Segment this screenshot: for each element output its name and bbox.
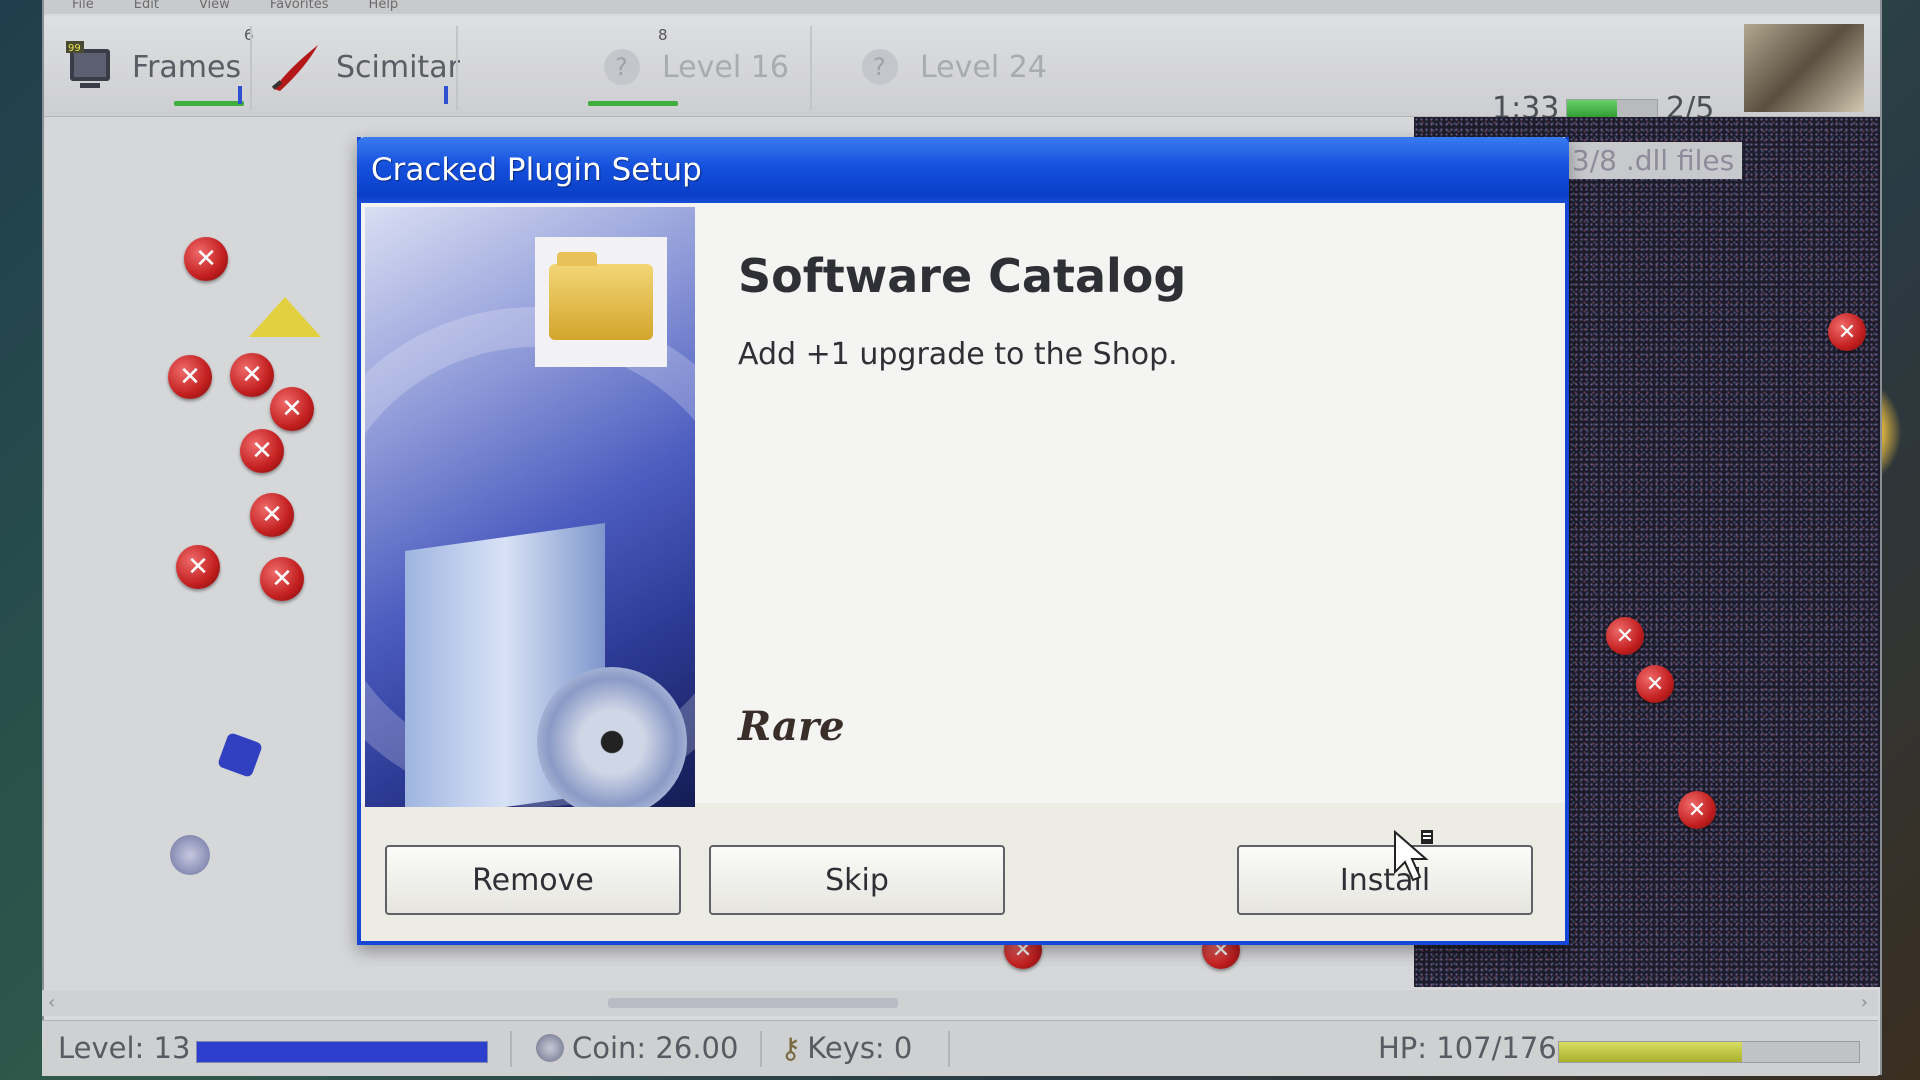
locked-question-icon: ? [852,39,908,95]
tab-scimitar[interactable]: Scimitar 8 [268,24,678,110]
status-bar: Level: 13 Coin: 26.00 ⚷ Keys: 0 HP: 107/… [42,1020,1878,1076]
item-pickup [216,731,264,779]
enemy-virus: ✕ [260,557,304,601]
status-separator [948,1031,950,1067]
menu-help[interactable]: Help [369,0,399,14]
plugin-setup-dialog: Cracked Plugin Setup Software Catalog Ad… [357,137,1569,945]
folder-icon [549,252,653,340]
monitor-icon: 99 [64,39,120,95]
menu-edit[interactable]: Edit [134,0,159,14]
weapon-toolbar: 99 Frames 6 Scimitar 8 ? Level 16 ? Leve… [44,16,1880,126]
menu-favorites[interactable]: Favorites [270,0,329,14]
wave-progress-bar [1566,99,1658,119]
item-description: Add +1 upgrade to the Shop. [738,337,1178,372]
hp-label: HP: 107/176 [1378,1031,1557,1065]
hp-bar-fill [1559,1042,1742,1062]
menu-file[interactable]: File [72,0,94,14]
svg-text:?: ? [615,53,628,81]
install-button[interactable]: Install [1237,845,1533,915]
coin-pickup [170,835,210,875]
tab-frames-count: 6 [244,26,254,44]
enemy-virus: ✕ [1606,617,1644,655]
sword-icon [268,39,324,95]
tab-scimitar-marker [444,86,448,104]
enemy-virus: ✕ [176,545,220,589]
coin-icon [536,1034,564,1062]
remove-button[interactable]: Remove [385,845,681,915]
tab-frames-cooldown-bar [174,101,244,106]
dialog-title: Cracked Plugin Setup [371,152,702,188]
scroll-left-icon[interactable]: ‹ [48,992,55,1013]
coin-label: Coin: 26.00 [572,1031,739,1065]
item-rarity: Rare [738,703,845,750]
tab-level-24-label: Level 24 [920,49,1047,85]
tab-separator [250,26,252,110]
scroll-right-icon[interactable]: › [1861,992,1868,1013]
coin-display: Coin: 26.00 [536,1031,738,1065]
skip-button[interactable]: Skip [709,845,1005,915]
locked-question-icon: ? [594,39,650,95]
hp-bar [1558,1041,1860,1063]
scrollbar-thumb[interactable] [608,998,898,1008]
tab-frames[interactable]: 99 Frames 6 [64,24,254,110]
horizontal-scrollbar[interactable]: ‹ › [42,990,1878,1016]
installer-artwork [365,207,695,807]
folder-icon-card [535,237,667,367]
enemy-virus: ✕ [270,387,314,431]
tab-level-16[interactable]: ? Level 16 [594,24,804,110]
status-separator [760,1031,762,1067]
enemy-virus: ✕ [184,237,228,281]
warning-icon [249,297,321,337]
level-xp-bar [196,1041,488,1063]
svg-text:99: 99 [68,43,81,54]
level-label: Level: 13 [58,1031,191,1065]
tab-separator [456,26,458,110]
cd-disc-icon [537,667,687,807]
dialog-titlebar[interactable]: Cracked Plugin Setup [357,137,1569,203]
enemy-virus: ✕ [250,493,294,537]
enemy-virus: ✕ [230,353,274,397]
mouse-cursor-icon [1394,830,1433,882]
menu-view[interactable]: View [199,0,230,14]
enemy-virus: ✕ [1678,791,1716,829]
enemy-virus: ✕ [240,429,284,473]
menu-bar: File Edit View Favorites Help [44,0,1880,14]
tab-scimitar-label: Scimitar [336,49,460,85]
keys-display: ⚷ Keys: 0 [780,1031,912,1065]
tab-level-24[interactable]: ? Level 24 [852,24,1062,110]
enemy-virus: ✕ [1636,665,1674,703]
item-name: Software Catalog [738,249,1187,303]
minimap-thumbnail [1744,24,1864,112]
enemy-virus: ✕ [168,355,212,399]
enemy-virus: ✕ [1828,313,1866,351]
tab-frames-label: Frames [132,49,242,85]
svg-text:?: ? [873,53,886,81]
tab-frames-marker [238,86,242,104]
tab-separator [810,26,812,110]
tab-level-16-label: Level 16 [662,49,789,85]
key-icon: ⚷ [780,1031,802,1065]
keys-label: Keys: 0 [807,1031,913,1065]
status-separator [510,1031,512,1067]
